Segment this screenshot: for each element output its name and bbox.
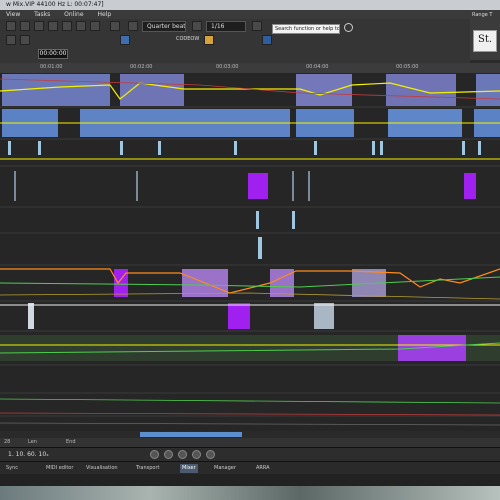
- help-icon[interactable]: [252, 21, 262, 31]
- transport-bar: 1. 10. 60. 10ₓ: [0, 447, 500, 462]
- tab-sync[interactable]: Sync: [6, 464, 18, 473]
- clip[interactable]: [120, 74, 184, 106]
- mode-icon[interactable]: [120, 35, 130, 45]
- tab-mixer[interactable]: Mixer: [180, 464, 198, 473]
- clip[interactable]: [314, 303, 334, 329]
- tool-paste-icon[interactable]: [90, 21, 100, 31]
- record-transport-icon[interactable]: [192, 450, 201, 459]
- undo-icon[interactable]: [110, 21, 120, 31]
- info-bar: 28 Len End: [0, 438, 500, 447]
- stop-icon[interactable]: [178, 450, 187, 459]
- tab-transport[interactable]: Transport: [136, 464, 159, 473]
- search-input[interactable]: Search function or help topic: [272, 24, 340, 34]
- clip[interactable]: [248, 173, 268, 199]
- tab-arra[interactable]: ARRA: [256, 464, 270, 473]
- tool-pencil-icon[interactable]: [48, 21, 58, 31]
- toolbar-row-2: CODEOW: [0, 35, 470, 49]
- len-label: Len: [28, 439, 37, 445]
- track-2-clips[interactable]: [0, 109, 500, 137]
- menu-tasks[interactable]: Tasks: [34, 11, 50, 18]
- grid-icon[interactable]: [192, 21, 202, 31]
- snap-icon[interactable]: [128, 21, 138, 31]
- toolbar: Quarter beat 1/16 Search function or hel…: [0, 19, 470, 64]
- clip[interactable]: [228, 303, 250, 329]
- app-window: w Mix.VIP 44100 Hz L: 00:07:47] View Tas…: [0, 0, 500, 486]
- track-7-clips[interactable]: [0, 268, 500, 300]
- search-icon[interactable]: [344, 23, 353, 32]
- ruler-mark: 00:04:00: [306, 64, 329, 70]
- tool-arrow-icon[interactable]: [6, 21, 16, 31]
- horizontal-scrollbar[interactable]: [0, 431, 500, 438]
- clip[interactable]: [398, 335, 466, 361]
- range-panel: Range T St.: [470, 10, 500, 60]
- range-label: Range T: [472, 12, 493, 18]
- marker-icon[interactable]: [262, 35, 272, 45]
- bottom-gap: [0, 474, 500, 486]
- menu-bar: View Tasks Online Help: [0, 10, 470, 19]
- tool-zoom-icon[interactable]: [34, 21, 44, 31]
- pos-value: 28: [4, 439, 11, 445]
- clip[interactable]: [476, 74, 500, 106]
- lower-tracks[interactable]: [0, 398, 500, 426]
- range-box[interactable]: St.: [473, 30, 497, 52]
- track-5-markers[interactable]: [256, 211, 295, 229]
- window-title: w Mix.VIP 44100 Hz L: 00:07:47]: [0, 0, 500, 10]
- track-3-markers[interactable]: [0, 141, 500, 160]
- menu-help[interactable]: Help: [97, 11, 111, 18]
- clip[interactable]: [386, 74, 456, 106]
- position-timecode[interactable]: 00:00:00: [38, 49, 68, 59]
- end-label: End: [66, 439, 76, 445]
- menu-view[interactable]: View: [6, 11, 20, 18]
- tool-cut-icon[interactable]: [62, 21, 72, 31]
- tab-bar: Sync MIDI editor Visualisation Transport…: [0, 461, 500, 475]
- preset-label: CODEOW: [176, 36, 200, 42]
- forward-icon[interactable]: [206, 450, 215, 459]
- track-area[interactable]: [0, 73, 500, 431]
- track-8-clips[interactable]: [0, 303, 500, 329]
- lock-icon[interactable]: [204, 35, 214, 45]
- menu-online[interactable]: Online: [64, 11, 83, 18]
- play-icon[interactable]: [164, 450, 173, 459]
- track-1-clips[interactable]: [0, 74, 500, 106]
- tool-copy-icon[interactable]: [76, 21, 86, 31]
- ruler-mark: 00:05:00: [396, 64, 419, 70]
- desktop-bottom-strip: [0, 486, 500, 500]
- clip[interactable]: [464, 173, 476, 199]
- transport-counter: 1. 10. 60. 10ₓ: [8, 451, 49, 458]
- record-icon[interactable]: [6, 35, 16, 45]
- track-separators: [0, 106, 500, 417]
- track-9-clips[interactable]: [0, 335, 500, 361]
- ruler-mark: 00:02:00: [130, 64, 153, 70]
- tab-visualisation[interactable]: Visualisation: [86, 464, 118, 473]
- track-6[interactable]: [258, 237, 262, 259]
- snap-dropdown[interactable]: Quarter beat: [142, 21, 186, 32]
- tool-split-icon[interactable]: [20, 21, 30, 31]
- toolbar-row-1: Quarter beat 1/16 Search function or hel…: [0, 21, 470, 35]
- ruler-mark: 00:03:00: [216, 64, 239, 70]
- grid-dropdown[interactable]: 1/16: [206, 21, 246, 32]
- rewind-icon[interactable]: [150, 450, 159, 459]
- track-4-clips[interactable]: [14, 171, 476, 201]
- loop-icon[interactable]: [20, 35, 30, 45]
- tab-midi-editor[interactable]: MIDI editor: [46, 464, 73, 473]
- ruler-mark: 00:01:00: [40, 64, 63, 70]
- scroll-thumb[interactable]: [140, 432, 242, 437]
- tab-manager[interactable]: Manager: [214, 464, 236, 473]
